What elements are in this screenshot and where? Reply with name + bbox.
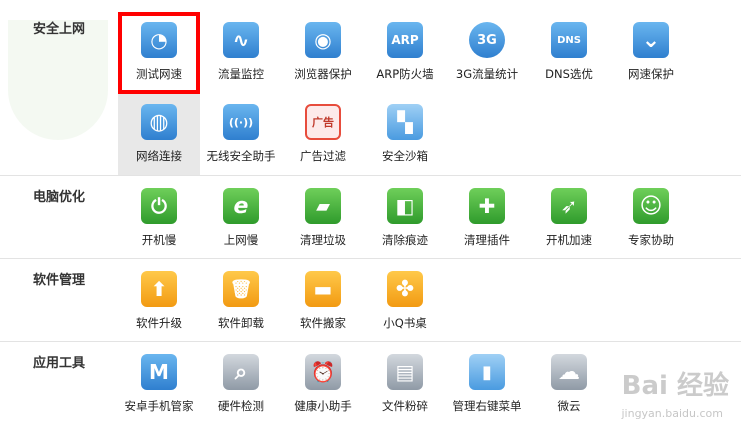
ad-block-icon: 广告: [305, 104, 341, 140]
shredder-icon: ▤: [387, 354, 423, 390]
section-title: 电脑优化: [33, 190, 86, 205]
double-chevron-shield-icon: ⌄: [633, 22, 669, 58]
cloud-icon: ☁: [551, 354, 587, 390]
trash-icon: 🗑: [223, 271, 259, 307]
tool-label: 网速保护: [628, 67, 674, 81]
tool-speed-test[interactable]: ◔ 测试网速: [118, 12, 200, 94]
magnifier-icon: ⌕: [223, 354, 259, 390]
arp-icon: ARP: [387, 22, 423, 58]
baidu-watermark-url: jingyan.baidu.com: [621, 407, 723, 420]
tool-speed-protect[interactable]: ⌄ 网速保护: [610, 12, 692, 94]
speedometer-icon: ◔: [141, 22, 177, 58]
tool-slow-boot[interactable]: ⏻ 开机慢: [118, 178, 200, 260]
tool-browser-protect[interactable]: ◉ 浏览器保护: [282, 12, 364, 94]
tool-dns-optimize[interactable]: DNS DNS选优: [528, 12, 610, 94]
section-software-manage: 软件管理 ⬆ 软件升级 🗑 软件卸载 ▬ 软件搬家 ✤ 小Q书桌: [0, 259, 741, 341]
tool-slow-internet[interactable]: e 上网慢: [200, 178, 282, 260]
mouse-icon: ▮: [469, 354, 505, 390]
tool-clean-plugins[interactable]: ✚ 清理插件: [446, 178, 528, 260]
clover-icon: ✤: [387, 271, 423, 307]
tool-traffic-monitor[interactable]: ∿ 流量监控: [200, 12, 282, 94]
tool-wifi-assistant[interactable]: ((·)) 无线安全助手: [200, 94, 282, 176]
section-title: 软件管理: [33, 273, 86, 288]
upgrade-arrow-icon: ⬆: [141, 271, 177, 307]
dns-icon: DNS: [551, 22, 587, 58]
ie-icon: e: [223, 188, 259, 224]
tool-label: 微云: [557, 399, 581, 413]
wifi-shield-icon: ((·)): [223, 104, 259, 140]
tool-sandbox[interactable]: ▚ 安全沙箱: [364, 94, 446, 176]
tool-network-connection[interactable]: ◍ 网络连接: [118, 94, 200, 176]
tool-file-shredder[interactable]: ▤ 文件粉碎: [364, 344, 446, 426]
tool-clear-traces[interactable]: ◧ 清除痕迹: [364, 178, 446, 260]
section-safe-browsing: 安全上网 ◔ 测试网速 ∿ 流量监控 ◉ 浏览器保护 ARP ARP防火墙 3G…: [0, 0, 741, 176]
broom-icon: ▰: [305, 188, 341, 224]
traffic-chart-icon: ∿: [223, 22, 259, 58]
tool-q-desk[interactable]: ✤ 小Q书桌: [364, 261, 446, 343]
tool-clean-junk[interactable]: ▰ 清理垃圾: [282, 178, 364, 260]
tool-weiyun[interactable]: ☁ 微云: [528, 344, 610, 426]
power-icon: ⏻: [141, 188, 177, 224]
tool-health-assistant[interactable]: ⏰ 健康小助手: [282, 344, 364, 426]
tool-boot-accelerate[interactable]: ➶ 开机加速: [528, 178, 610, 260]
tool-arp-firewall[interactable]: ARP ARP防火墙: [364, 12, 446, 94]
globe-icon: ◍: [141, 104, 177, 140]
section-pc-optimize: 电脑优化 ⏻ 开机慢 e 上网慢 ▰ 清理垃圾 ◧ 清除痕迹 ✚ 清理插件 ➶ …: [0, 176, 741, 258]
tool-expert-help[interactable]: ☺ 专家协助: [610, 178, 692, 260]
alarm-clock-icon: ⏰: [305, 354, 341, 390]
sandbox-icon: ▚: [387, 104, 423, 140]
expert-icon: ☺: [633, 188, 669, 224]
truck-icon: ▬: [305, 271, 341, 307]
eraser-icon: ◧: [387, 188, 423, 224]
tool-android-manager[interactable]: M 安卓手机管家: [118, 344, 200, 426]
section-title: 应用工具: [33, 356, 86, 371]
tool-software-move[interactable]: ▬ 软件搬家: [282, 261, 364, 343]
tool-ad-filter[interactable]: 广告 广告过滤: [282, 94, 364, 176]
3g-icon: 3G: [469, 22, 505, 58]
android-manager-icon: M: [141, 354, 177, 390]
tool-label: 小Q书桌: [383, 316, 427, 330]
tool-3g-stats[interactable]: 3G 3G流量统计: [446, 12, 528, 94]
tool-label: 专家协助: [628, 233, 674, 247]
puzzle-icon: ✚: [469, 188, 505, 224]
tool-label: 安全沙箱: [382, 149, 428, 163]
section-title: 安全上网: [33, 22, 86, 37]
tool-hardware-check[interactable]: ⌕ 硬件检测: [200, 344, 282, 426]
tool-software-upgrade[interactable]: ⬆ 软件升级: [118, 261, 200, 343]
tool-context-menu[interactable]: ▮ 管理右键菜单: [446, 344, 528, 426]
tool-software-uninstall[interactable]: 🗑 软件卸载: [200, 261, 282, 343]
rocket-icon: ➶: [551, 188, 587, 224]
baidu-watermark: Bai 经验: [621, 371, 729, 401]
mouse-shield-icon: ◉: [305, 22, 341, 58]
